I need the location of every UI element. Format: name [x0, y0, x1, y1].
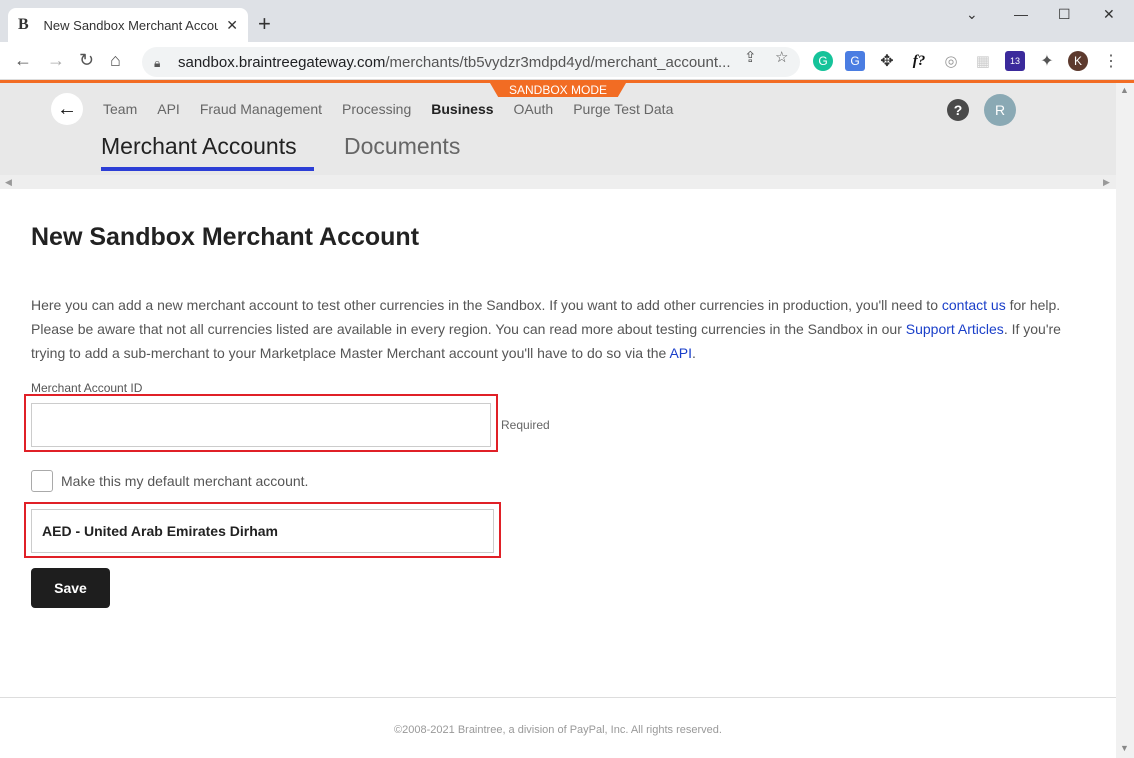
- save-button[interactable]: Save: [31, 568, 110, 608]
- horizontal-scrollbar[interactable]: ◀ ▶: [0, 175, 1116, 189]
- back-arrow-icon[interactable]: ←: [14, 50, 32, 71]
- tab-merchant-accounts[interactable]: Merchant Accounts: [101, 133, 297, 160]
- default-account-checkbox[interactable]: [31, 470, 53, 492]
- scroll-left-icon[interactable]: ◀: [5, 175, 12, 189]
- share-icon[interactable]: ⇪: [744, 48, 757, 66]
- lock-icon: 🔒︎: [154, 56, 161, 70]
- browser-menu-icon[interactable]: ⋮: [1101, 51, 1121, 71]
- profile-avatar[interactable]: K: [1068, 51, 1088, 71]
- extension-badge-icon[interactable]: 13: [1005, 51, 1025, 71]
- tab-title: New Sandbox Merchant Accou: [43, 17, 219, 33]
- scroll-right-icon[interactable]: ▶: [1103, 175, 1110, 189]
- intro-text: Here you can add a new merchant account …: [31, 297, 1061, 361]
- help-button[interactable]: ?: [947, 99, 969, 121]
- bookmark-star-icon[interactable]: ☆: [775, 48, 788, 66]
- nav-processing[interactable]: Processing: [342, 101, 411, 117]
- currency-select[interactable]: AED - United Arab Emirates Dirham: [31, 509, 494, 553]
- contact-us-link[interactable]: contact us: [942, 297, 1006, 313]
- api-link[interactable]: API: [669, 345, 692, 361]
- vertical-scrollbar[interactable]: ▲ ▼: [1116, 83, 1134, 758]
- browser-toolbar: ← → ↻ ⌂ 🔒︎ sandbox.braintreegateway.com/…: [0, 42, 1134, 80]
- default-account-label[interactable]: Make this my default merchant account.: [61, 473, 308, 489]
- grid-ext-icon[interactable]: ▦: [973, 51, 993, 71]
- extensions-puzzle-icon[interactable]: ✦: [1037, 51, 1057, 71]
- close-tab-icon[interactable]: ✕: [226, 17, 238, 34]
- help-icon: ?: [953, 102, 963, 118]
- nav-oauth[interactable]: OAuth: [514, 101, 554, 117]
- user-avatar[interactable]: R: [984, 94, 1016, 126]
- nav-team[interactable]: Team: [103, 101, 137, 117]
- merchant-account-id-input[interactable]: [31, 403, 491, 447]
- circle-ext-icon[interactable]: ◎: [941, 51, 961, 71]
- nav-business[interactable]: Business: [431, 101, 493, 117]
- nav-fraud-management[interactable]: Fraud Management: [200, 101, 322, 117]
- url-text: sandbox.braintreegateway.com/merchants/t…: [178, 53, 731, 71]
- move-cross-icon[interactable]: ✥: [877, 51, 897, 71]
- maximize-icon[interactable]: ☐: [1058, 6, 1071, 23]
- page-title: New Sandbox Merchant Account: [31, 223, 420, 251]
- scroll-down-icon[interactable]: ▼: [1120, 743, 1129, 753]
- browser-tabstrip: B New Sandbox Merchant Accou ✕ + ⌄ — ☐ ✕: [0, 0, 1134, 42]
- sandbox-mode-badge: SANDBOX MODE: [490, 83, 626, 97]
- minimize-icon[interactable]: —: [1014, 6, 1028, 22]
- close-window-icon[interactable]: ✕: [1103, 6, 1115, 23]
- scroll-up-icon[interactable]: ▲: [1120, 85, 1129, 95]
- home-icon[interactable]: ⌂: [110, 50, 121, 71]
- footer-divider: [0, 697, 1116, 698]
- translate-icon[interactable]: G: [845, 51, 865, 71]
- active-tab-indicator: [101, 167, 314, 171]
- tab-search-chevron-icon[interactable]: ⌄: [966, 6, 978, 23]
- address-bar[interactable]: 🔒︎ sandbox.braintreegateway.com/merchant…: [142, 47, 800, 77]
- grammarly-icon[interactable]: G: [813, 51, 833, 71]
- nav-api[interactable]: API: [157, 101, 180, 117]
- support-articles-link[interactable]: Support Articles: [906, 321, 1004, 337]
- merchant-account-id-label: Merchant Account ID: [31, 381, 143, 395]
- browser-tab[interactable]: B New Sandbox Merchant Accou ✕: [8, 8, 248, 42]
- top-navigation: Team API Fraud Management Processing Bus…: [103, 101, 673, 117]
- formula-icon[interactable]: f?: [909, 51, 929, 71]
- app-header: SANDBOX MODE ← Team API Fraud Management…: [0, 83, 1116, 175]
- tab-documents[interactable]: Documents: [344, 133, 460, 160]
- reload-icon[interactable]: ↻: [79, 50, 94, 71]
- back-button[interactable]: ←: [51, 93, 83, 125]
- nav-purge-test-data[interactable]: Purge Test Data: [573, 101, 673, 117]
- footer-copyright: ©2008-2021 Braintree, a division of PayP…: [394, 724, 722, 736]
- braintree-favicon-icon: B: [18, 16, 29, 33]
- required-hint: Required: [501, 418, 550, 432]
- new-tab-icon[interactable]: +: [258, 11, 271, 37]
- forward-arrow-icon[interactable]: →: [47, 50, 65, 71]
